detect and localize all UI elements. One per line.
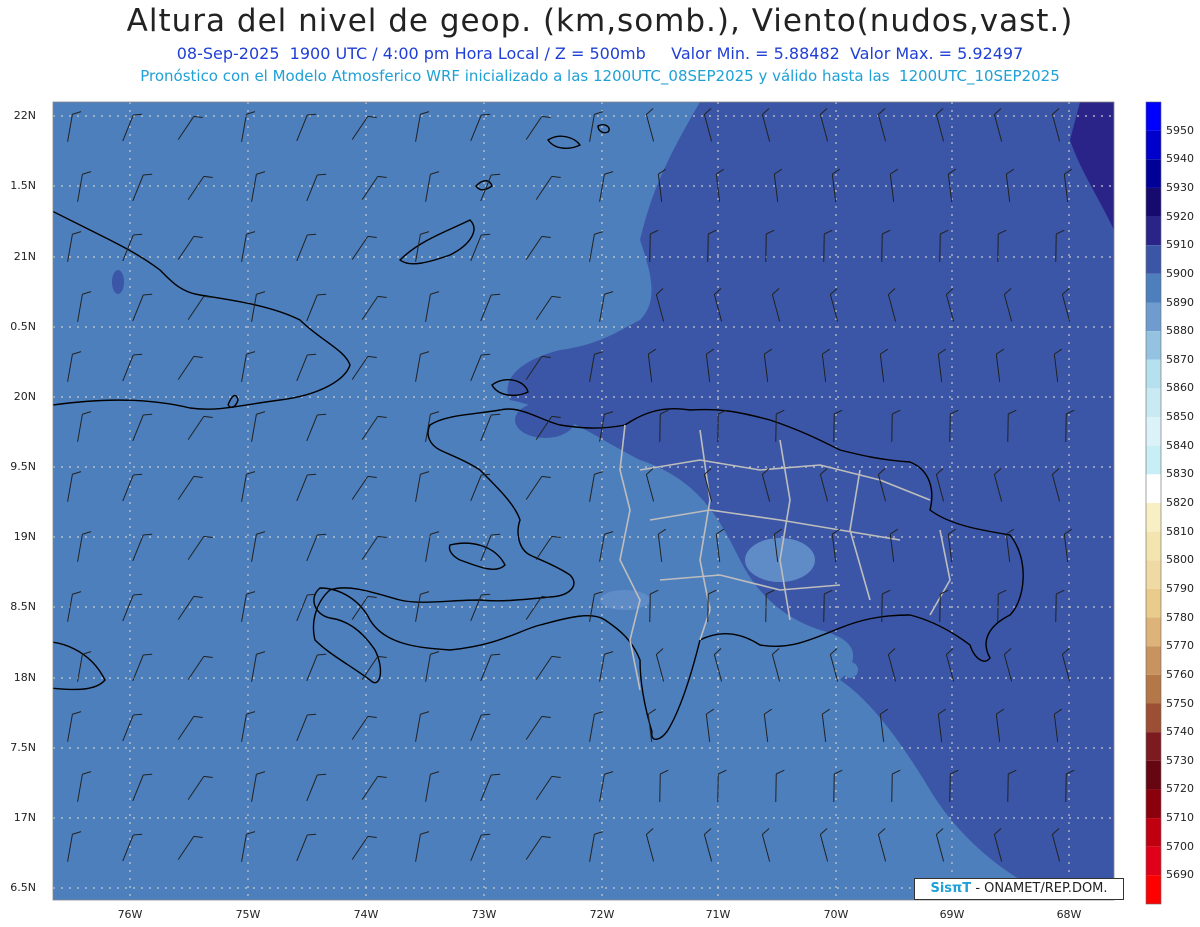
lat-label: 9.5N xyxy=(10,460,36,473)
colorbar-swatch xyxy=(1146,245,1161,274)
lat-label: 18N xyxy=(13,671,36,684)
field-patch xyxy=(112,270,124,294)
colorbar-swatch xyxy=(1146,445,1161,475)
lat-label: 21N xyxy=(13,250,36,263)
lat-label: 7.5N xyxy=(10,741,36,754)
lat-label: 22N xyxy=(13,109,36,122)
colorbar-swatch xyxy=(1146,531,1161,561)
colorbar-swatch xyxy=(1146,388,1161,418)
colorbar-swatch xyxy=(1146,617,1161,647)
colorbar-label: 5870 xyxy=(1166,352,1194,366)
colorbar-swatch xyxy=(1146,646,1161,675)
colorbar-swatch xyxy=(1146,187,1161,217)
colorbar-label: 5760 xyxy=(1166,667,1194,681)
colorbar-label: 5740 xyxy=(1166,725,1194,739)
colorbar-label: 5820 xyxy=(1166,496,1194,509)
field-patch xyxy=(842,662,858,678)
colorbar-label: 5790 xyxy=(1166,581,1194,595)
lat-label: 19N xyxy=(13,530,36,543)
colorbar-swatch xyxy=(1146,732,1161,761)
colorbar-label: 5930 xyxy=(1166,180,1194,194)
colorbar-label: 5830 xyxy=(1166,467,1194,481)
colorbar-swatch xyxy=(1146,846,1161,876)
colorbar-swatch xyxy=(1146,331,1161,360)
colorbar-swatch xyxy=(1146,102,1161,131)
credit-brand: SisπT xyxy=(930,881,972,896)
colorbar-swatch xyxy=(1146,760,1161,790)
colorbar-label: 5750 xyxy=(1166,696,1194,710)
lon-label: 69W xyxy=(939,908,965,921)
lon-label: 71W xyxy=(705,908,731,921)
colorbar-label: 5890 xyxy=(1166,295,1194,309)
colorbar-label: 5920 xyxy=(1166,209,1194,223)
colorbar xyxy=(1145,101,1162,905)
colorbar-swatch xyxy=(1146,130,1161,160)
colorbar-label: 5910 xyxy=(1166,238,1194,252)
lon-label: 68W xyxy=(1056,908,1082,921)
colorbar-swatch xyxy=(1146,875,1161,904)
colorbar-label: 5850 xyxy=(1166,410,1194,424)
colorbar-label: 5690 xyxy=(1166,868,1194,882)
colorbar-label: 5810 xyxy=(1166,524,1194,538)
colorbar-swatch xyxy=(1146,216,1161,246)
colorbar-swatch xyxy=(1146,474,1161,503)
colorbar-swatch xyxy=(1146,703,1161,733)
geopotential-map xyxy=(52,101,1162,905)
colorbar-label: 5840 xyxy=(1166,438,1194,452)
colorbar-label: 5950 xyxy=(1166,123,1194,137)
colorbar-swatch xyxy=(1146,302,1161,332)
colorbar-swatch xyxy=(1146,674,1161,704)
colorbar-label: 5770 xyxy=(1166,639,1194,653)
colorbar-swatch xyxy=(1146,417,1161,446)
lon-label: 72W xyxy=(589,908,615,921)
colorbar-swatch xyxy=(1146,503,1161,532)
lat-label: 17N xyxy=(13,811,36,824)
colorbar-swatch xyxy=(1146,359,1161,389)
lon-label: 74W xyxy=(353,908,379,921)
lon-label: 76W xyxy=(117,908,143,921)
colorbar-label: 5900 xyxy=(1166,266,1194,280)
colorbar-label: 5860 xyxy=(1166,381,1194,395)
lon-label: 75W xyxy=(235,908,261,921)
lat-label: 8.5N xyxy=(10,600,36,613)
colorbar-swatch xyxy=(1146,789,1161,819)
field-patch xyxy=(600,590,650,610)
colorbar-label: 5780 xyxy=(1166,610,1194,624)
colorbar-label: 5700 xyxy=(1166,839,1194,853)
colorbar-label: 5800 xyxy=(1166,553,1194,567)
colorbar-label: 5880 xyxy=(1166,324,1194,338)
colorbar-label: 5720 xyxy=(1166,782,1194,796)
colorbar-swatch xyxy=(1146,588,1161,618)
credit-box: SisπT - ONAMET/REP.DOM. xyxy=(914,878,1124,900)
colorbar-label: 5730 xyxy=(1166,753,1194,767)
lon-label: 70W xyxy=(823,908,849,921)
lon-label: 73W xyxy=(471,908,497,921)
colorbar-swatch xyxy=(1146,560,1161,589)
colorbar-swatch xyxy=(1146,273,1161,303)
colorbar-label: 5710 xyxy=(1166,811,1194,825)
colorbar-label: 5940 xyxy=(1166,152,1194,166)
lat-label: 20N xyxy=(13,390,36,403)
colorbar-swatch xyxy=(1146,818,1161,847)
lat-label: 1.5N xyxy=(10,179,36,192)
credit-text: - ONAMET/REP.DOM. xyxy=(971,881,1108,896)
lat-label: 0.5N xyxy=(10,320,36,333)
colorbar-swatch xyxy=(1146,159,1161,188)
lat-label: 6.5N xyxy=(10,881,36,894)
